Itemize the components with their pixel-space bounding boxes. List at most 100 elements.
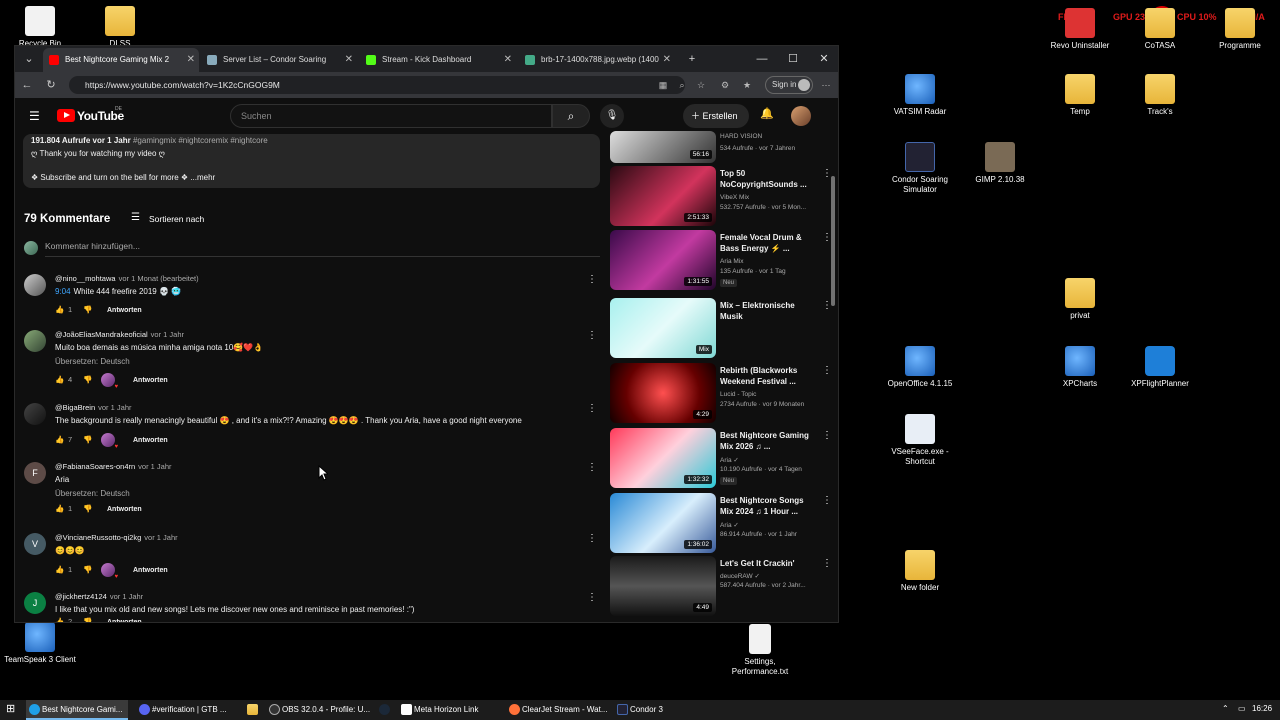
reply-button[interactable]: Antworten — [133, 377, 168, 384]
video-description[interactable]: 191.804 Aufrufe vor 1 Jahr #gamingmix #n… — [23, 134, 600, 188]
create-button[interactable]: ＋ Erstellen — [683, 104, 749, 128]
comment-time[interactable]: vor 1 Jahr — [151, 330, 184, 339]
tab-brb-image[interactable]: brb-17-1400x788.jpg.webp (1400 ✕ — [519, 48, 675, 72]
network-icon[interactable]: ▭ — [1238, 704, 1246, 713]
taskbar-item-discord[interactable]: #verification | GTB ... — [136, 700, 238, 720]
menu-icon[interactable]: ☰ — [29, 109, 43, 123]
channel-name[interactable]: Aria ✓ — [720, 456, 739, 464]
reply-button[interactable]: Antworten — [133, 567, 168, 574]
comment-author[interactable]: @JoãoEliasMandrakeoficial — [55, 330, 148, 339]
close-window-button[interactable]: ✕ — [809, 46, 838, 72]
show-more-link[interactable]: ...mehr — [190, 173, 215, 182]
add-comment-input[interactable]: Kommentar hinzufügen... — [45, 241, 600, 257]
avatar[interactable]: J — [24, 592, 46, 614]
taskbar-item-browser[interactable]: Best Nightcore Gami... — [26, 700, 128, 720]
reload-icon[interactable]: ↻ — [43, 77, 59, 93]
notifications-bell-icon[interactable]: 🔔 — [759, 107, 775, 123]
dislike-icon[interactable]: 👎 — [83, 375, 97, 384]
desktop-icon-privat[interactable]: privat — [1040, 278, 1120, 321]
page-scrollbar[interactable] — [830, 176, 836, 622]
recommendation-item[interactable]: 2:51:33 Top 50 NoCopyrightSounds ... Vib… — [610, 166, 835, 226]
recommendation-item[interactable]: 4:49 Let's Get It Crackin' deuceRAW ✓ 58… — [610, 556, 835, 616]
more-options-icon[interactable]: ⋮ — [587, 533, 597, 544]
taskbar-item-meta-link[interactable]: Meta Horizon Link — [398, 700, 502, 720]
start-windows-icon[interactable]: ⊞ — [6, 704, 17, 715]
recommendation-item[interactable]: Mix Mix – Elektronische Musik ⋮ — [610, 298, 835, 358]
tab-condor-server-list[interactable]: Server List – Condor Soaring ✕ — [201, 48, 357, 72]
taskbar-clock[interactable]: 16:26 — [1252, 704, 1272, 713]
comment-author[interactable]: @VincianeRussotto-qi2kg — [55, 533, 141, 542]
tab-kick-dashboard[interactable]: Stream - Kick Dashboard ✕ — [360, 48, 516, 72]
recommendation-item[interactable]: 4:29 Rebirth (Blackworks Weekend Festiva… — [610, 363, 835, 423]
comment-author[interactable]: @nino__mohtawa — [55, 274, 116, 283]
channel-name[interactable]: Aria Mix — [720, 258, 743, 265]
avatar[interactable]: F — [24, 462, 46, 484]
collections-icon[interactable]: ★ — [740, 77, 754, 93]
recommendation-item[interactable]: 1:36:02 Best Nightcore Songs Mix 2024 ♫ … — [610, 493, 835, 553]
translate-link[interactable]: Übersetzen: Deutsch — [55, 489, 130, 498]
channel-name[interactable]: VibeX Mix — [720, 194, 749, 201]
desktop-icon-settings-txt[interactable]: Settings, Performance.txt — [720, 624, 800, 677]
zoom-icon[interactable]: ⌕ — [675, 77, 689, 93]
recommendation-item[interactable]: 1:31:55 Female Vocal Drum & Bass Energy … — [610, 230, 835, 290]
extensions-icon[interactable]: ⚙ — [718, 77, 732, 93]
desktop-icon-recycle-bin[interactable]: Recycle Bin — [0, 6, 80, 49]
avatar[interactable]: V — [24, 533, 46, 555]
desktop-icon-openoffice[interactable]: OpenOffice 4.1.15 — [880, 346, 960, 389]
reply-button[interactable]: Antworten — [107, 307, 142, 314]
more-options-icon[interactable]: ⋮ — [587, 330, 597, 341]
reply-button[interactable]: Antworten — [133, 437, 168, 444]
translate-link[interactable]: Übersetzen: Deutsch — [55, 357, 130, 366]
like-icon[interactable]: 👍 — [55, 305, 65, 314]
channel-name[interactable]: deuceRAW ✓ — [720, 572, 760, 580]
channel-name[interactable]: HARD VISION — [720, 133, 762, 140]
video-title[interactable]: Best Nightcore Gaming Mix 2026 ♫ ... — [720, 430, 816, 452]
desktop-icon-cotasa[interactable]: CoTASA — [1120, 8, 1200, 51]
user-avatar[interactable] — [791, 106, 811, 126]
video-thumbnail[interactable]: 1:31:55 — [610, 230, 716, 290]
recommendation-item[interactable]: 56:16 HARD VISION 534 Aufrufe · vor 7 Ja… — [610, 131, 835, 163]
video-title[interactable]: Rebirth (Blackworks Weekend Festival ... — [720, 365, 816, 387]
search-input[interactable]: Suchen — [230, 104, 552, 128]
taskbar-item-obs[interactable]: OBS 32.0.4 - Profile: U... — [266, 700, 374, 720]
sort-button[interactable]: Sortieren nach — [149, 214, 204, 224]
taskbar-item-condor[interactable]: Condor 3 — [614, 700, 714, 720]
desktop-icon-teamspeak[interactable]: TeamSpeak 3 Client — [0, 622, 80, 665]
video-title[interactable]: Mix – Elektronische Musik — [720, 300, 816, 322]
youtube-logo-icon[interactable] — [57, 109, 75, 122]
favorite-icon[interactable]: ☆ — [694, 77, 708, 93]
video-thumbnail[interactable]: 1:36:02 — [610, 493, 716, 553]
back-icon[interactable]: ← — [19, 77, 35, 93]
video-thumbnail[interactable]: 4:29 — [610, 363, 716, 423]
like-icon[interactable]: 👍 — [55, 565, 65, 574]
dislike-icon[interactable]: 👎 — [83, 305, 97, 314]
desktop-icon-revo[interactable]: Revo Uninstaller — [1040, 8, 1120, 51]
video-title[interactable]: Best Nightcore Songs Mix 2024 ♫ 1 Hour .… — [720, 495, 816, 517]
video-thumbnail[interactable]: 1:32:32 — [610, 428, 716, 488]
tray-chevron-icon[interactable]: ⌃ — [1222, 704, 1229, 713]
more-options-icon[interactable]: ⋮ — [587, 403, 597, 414]
close-tab-icon[interactable]: ✕ — [187, 48, 195, 72]
desktop-icon-dlss[interactable]: DLSS — [80, 6, 160, 49]
like-icon[interactable]: 👍 — [55, 504, 65, 513]
video-title[interactable]: Let's Get It Crackin' — [720, 558, 816, 569]
more-options-icon[interactable]: ⋮ — [587, 592, 597, 603]
dislike-icon[interactable]: 👎 — [83, 504, 97, 513]
desktop-icon-temp[interactable]: Temp — [1040, 74, 1120, 117]
more-options-icon[interactable]: ⋮ — [587, 462, 597, 473]
taskbar-item-explorer[interactable] — [244, 700, 264, 720]
desktop-icon-xpcharts[interactable]: XPCharts — [1040, 346, 1120, 389]
desktop-icon-tracks[interactable]: Track's — [1120, 74, 1200, 117]
new-tab-button[interactable]: + — [677, 46, 707, 72]
desktop-icon-new-folder[interactable]: New folder — [880, 550, 960, 593]
desktop-icon-xpflightplanner[interactable]: XPFlightPlanner — [1120, 346, 1200, 389]
comment-author[interactable]: @FabianaSoares-on4rn — [55, 462, 135, 471]
desktop-icon-vseeface[interactable]: VSeeFace.exe - Shortcut — [880, 414, 960, 467]
video-thumbnail[interactable]: 4:49 — [610, 556, 716, 616]
search-button[interactable]: ⌕ — [552, 104, 590, 128]
video-thumbnail[interactable]: 2:51:33 — [610, 166, 716, 226]
close-tab-icon[interactable]: ✕ — [504, 48, 512, 72]
reply-button[interactable]: Antworten — [107, 506, 142, 513]
more-options-icon[interactable]: ⋮ — [587, 274, 597, 285]
channel-name[interactable]: Aria ✓ — [720, 521, 739, 529]
